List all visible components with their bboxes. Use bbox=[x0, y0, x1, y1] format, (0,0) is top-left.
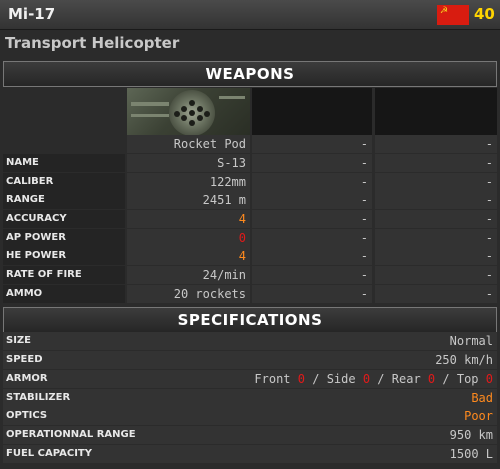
spec-value: 950 km bbox=[449, 428, 493, 442]
row-label: NAME bbox=[3, 154, 125, 172]
weapon-1-value: 122mm bbox=[127, 173, 250, 191]
spec-row-optics: OPTICS Poor bbox=[3, 407, 497, 425]
row-label: RANGE bbox=[3, 191, 125, 209]
specifications-header: SPECIFICATIONS bbox=[3, 307, 497, 333]
spec-row-speed: SPEED 250 km/h bbox=[3, 351, 497, 369]
weapon-3-value: - bbox=[375, 229, 497, 247]
armor-values: Front 0 / Side 0 / Rear 0 / Top 0 bbox=[254, 370, 493, 388]
weapon-2-value: - bbox=[252, 285, 372, 303]
row-label: STABILIZER bbox=[3, 389, 497, 407]
armor-side-label: Side bbox=[326, 372, 356, 386]
row-label: FUEL CAPACITY bbox=[3, 445, 497, 463]
row-label: CALIBER bbox=[3, 173, 125, 191]
armor-rear-value: 0 bbox=[427, 372, 436, 386]
weapon-1-value: 2451 m bbox=[127, 191, 250, 209]
unit-name: Mi-17 bbox=[8, 5, 56, 23]
title-bar: Mi-17 ☭ 40 bbox=[0, 0, 500, 30]
weapon-3-value: - bbox=[375, 210, 497, 228]
weapon-row-caliber: CALIBER 122mm - - bbox=[3, 173, 497, 191]
weapon-3-value: - bbox=[375, 285, 497, 303]
row-label: AMMO bbox=[3, 285, 125, 303]
spec-value: 1500 L bbox=[449, 447, 493, 461]
weapon-1-value: 20 rockets bbox=[127, 285, 250, 303]
row-label: OPERATIONNAL RANGE bbox=[3, 426, 497, 444]
armor-top-label: Top bbox=[456, 372, 479, 386]
weapon-2-value: - bbox=[252, 247, 372, 265]
spec-value: Bad bbox=[471, 391, 493, 405]
armor-rear-label: Rear bbox=[391, 372, 421, 386]
weapon-2-value: - bbox=[252, 210, 372, 228]
unit-type: Transport Helicopter bbox=[5, 34, 180, 52]
armor-separator: / bbox=[377, 372, 385, 386]
row-label: OPTICS bbox=[3, 407, 497, 425]
weapon-slot-3-image bbox=[375, 88, 497, 135]
row-label: RATE OF FIRE bbox=[3, 266, 125, 284]
weapon-1-value: 24/min bbox=[127, 266, 250, 284]
weapon-3-value: - bbox=[375, 173, 497, 191]
weapons-header: WEAPONS bbox=[3, 61, 497, 87]
ussr-flag-icon: ☭ bbox=[437, 5, 469, 25]
rocket-pod-image bbox=[127, 88, 250, 135]
weapon-slot-2-image bbox=[252, 88, 372, 135]
weapon-row-range: RANGE 2451 m - - bbox=[3, 191, 497, 209]
spec-value: 250 km/h bbox=[435, 353, 493, 367]
weapon-2-value: - bbox=[252, 229, 372, 247]
weapon-1-value: 0 bbox=[127, 229, 250, 247]
weapon-row-rate-of-fire: RATE OF FIRE 24/min - - bbox=[3, 266, 497, 284]
weapon-1-name: Rocket Pod bbox=[127, 135, 250, 153]
weapon-3-value: - bbox=[375, 191, 497, 209]
weapon-1-value: 4 bbox=[127, 247, 250, 265]
spec-row-armor: ARMOR Front 0 / Side 0 / Rear 0 / Top 0 bbox=[3, 370, 497, 388]
weapon-2-value: - bbox=[252, 191, 372, 209]
weapon-3-value: - bbox=[375, 154, 497, 172]
weapon-1-value: S-13 bbox=[127, 154, 250, 172]
weapon-images bbox=[0, 88, 500, 135]
armor-separator: / bbox=[442, 372, 450, 386]
spec-row-stabilizer: STABILIZER Bad bbox=[3, 389, 497, 407]
weapon-3-value: - bbox=[375, 266, 497, 284]
row-label: SIZE bbox=[3, 332, 497, 350]
row-label: SPEED bbox=[3, 351, 497, 369]
spec-row-size: SIZE Normal bbox=[3, 332, 497, 350]
weapon-row-ammo: AMMO 20 rockets - - bbox=[3, 285, 497, 303]
weapon-row-ap-power: AP POWER 0 - - bbox=[3, 229, 497, 247]
row-label: HE POWER bbox=[3, 247, 125, 265]
weapon-3-name: - bbox=[375, 135, 497, 153]
weapon-row-accuracy: ACCURACY 4 - - bbox=[3, 210, 497, 228]
row-label: AP POWER bbox=[3, 229, 125, 247]
weapon-2-value: - bbox=[252, 266, 372, 284]
weapon-2-value: - bbox=[252, 154, 372, 172]
weapon-row-he-power: HE POWER 4 - - bbox=[3, 247, 497, 265]
spec-row-fuel-capacity: FUEL CAPACITY 1500 L bbox=[3, 445, 497, 463]
armor-top-value: 0 bbox=[485, 372, 493, 386]
armor-separator: / bbox=[312, 372, 320, 386]
spec-value: Poor bbox=[464, 409, 493, 423]
spec-row-operational-range: OPERATIONNAL RANGE 950 km bbox=[3, 426, 497, 444]
weapon-1-value: 4 bbox=[127, 210, 250, 228]
row-label: ACCURACY bbox=[3, 210, 125, 228]
weapon-3-value: - bbox=[375, 247, 497, 265]
armor-front-value: 0 bbox=[297, 372, 305, 386]
weapon-row-name: NAME S-13 - - bbox=[3, 154, 497, 172]
armor-front-label: Front bbox=[254, 372, 291, 386]
spec-value: Normal bbox=[449, 334, 493, 348]
weapon-name-row: Rocket Pod - - bbox=[3, 135, 497, 153]
armor-side-value: 0 bbox=[362, 372, 371, 386]
weapon-2-value: - bbox=[252, 173, 372, 191]
weapon-2-name: - bbox=[252, 135, 372, 153]
unit-price: 40 bbox=[474, 5, 495, 23]
